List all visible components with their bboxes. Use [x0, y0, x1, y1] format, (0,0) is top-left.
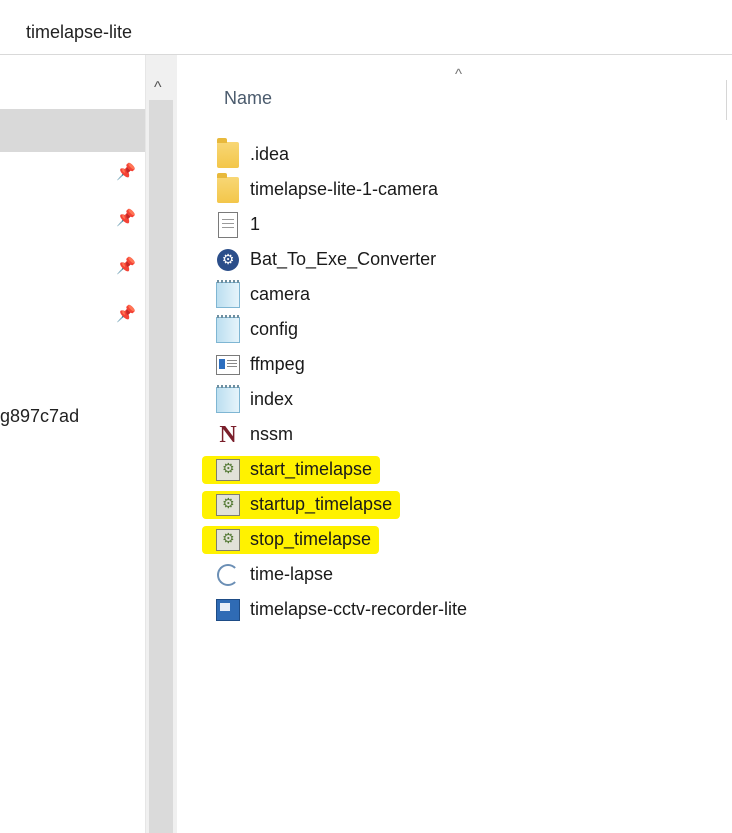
application-icon — [216, 598, 240, 622]
scroll-thumb[interactable] — [149, 100, 173, 833]
file-name: ffmpeg — [250, 354, 305, 374]
gear-app-icon: ⚙ — [216, 248, 240, 272]
breadcrumb[interactable]: timelapse-lite — [26, 22, 132, 43]
file-name: nssm — [250, 424, 294, 444]
list-item[interactable]: 1 — [216, 207, 716, 242]
batch-file-icon — [216, 458, 240, 482]
navigation-pane: 📌 📌 📌 📌 g897c7ad — [0, 55, 146, 833]
file-name: start_timelapse — [250, 459, 373, 479]
file-name: time-lapse — [250, 564, 334, 584]
list-item[interactable]: camera — [216, 277, 716, 312]
address-bar[interactable]: timelapse-lite — [0, 14, 732, 55]
list-item[interactable]: timelapse-cctv-recorder-lite — [216, 592, 716, 627]
list-item-highlighted[interactable]: stop_timelapse — [202, 522, 716, 557]
exe-window-icon — [216, 353, 240, 377]
list-item[interactable]: .idea — [216, 137, 716, 172]
batch-file-icon — [216, 528, 240, 552]
nav-item-selected[interactable] — [0, 109, 146, 152]
file-name: config — [250, 319, 299, 339]
file-list: .idea timelapse-lite-1-camera 1 ⚙ Bat_To… — [202, 137, 716, 627]
list-item-highlighted[interactable]: startup_timelapse — [202, 487, 716, 522]
batch-file-icon — [216, 493, 240, 517]
list-item[interactable]: timelapse-lite-1-camera — [216, 172, 716, 207]
pin-icon[interactable]: 📌 — [116, 304, 136, 323]
notepad-icon — [216, 314, 240, 343]
file-name: startup_timelapse — [250, 494, 393, 514]
file-name: 1 — [250, 214, 261, 234]
column-header-name[interactable]: Name — [224, 88, 272, 109]
folder-icon — [216, 172, 240, 203]
scroll-up-icon[interactable]: ^ — [154, 79, 162, 97]
nssm-icon: N — [219, 421, 237, 448]
file-name: timelapse-lite-1-camera — [250, 179, 439, 199]
folder-icon — [216, 137, 240, 168]
list-item[interactable]: config — [216, 312, 716, 347]
notepad-icon — [216, 384, 240, 413]
text-document-icon — [216, 211, 240, 238]
file-name: stop_timelapse — [250, 529, 372, 549]
pin-icon[interactable]: 📌 — [116, 256, 136, 275]
highlight-marker: startup_timelapse — [202, 490, 401, 519]
list-item-highlighted[interactable]: start_timelapse — [202, 452, 716, 487]
file-name: index — [250, 389, 294, 409]
nav-scrollbar[interactable]: ^ — [145, 55, 177, 833]
list-item[interactable]: time-lapse — [216, 557, 716, 592]
notepad-icon — [216, 279, 240, 308]
file-name: .idea — [250, 144, 290, 164]
list-item[interactable]: ffmpeg — [216, 347, 716, 382]
column-divider[interactable] — [726, 80, 727, 120]
window-top-edge — [0, 0, 732, 15]
list-item[interactable]: index — [216, 382, 716, 417]
nav-item-partial[interactable]: g897c7ad — [0, 406, 79, 427]
highlight-marker: stop_timelapse — [202, 525, 380, 554]
timer-icon — [216, 563, 240, 587]
list-item[interactable]: ⚙ Bat_To_Exe_Converter — [216, 242, 716, 277]
pin-icon[interactable]: 📌 — [116, 162, 136, 181]
file-name: Bat_To_Exe_Converter — [250, 249, 437, 269]
sort-ascending-icon: ^ — [455, 66, 463, 83]
pin-icon[interactable]: 📌 — [116, 208, 136, 227]
file-name: timelapse-cctv-recorder-lite — [250, 599, 468, 619]
file-name: camera — [250, 284, 311, 304]
list-item[interactable]: N nssm — [216, 417, 716, 452]
highlight-marker: start_timelapse — [202, 455, 381, 484]
